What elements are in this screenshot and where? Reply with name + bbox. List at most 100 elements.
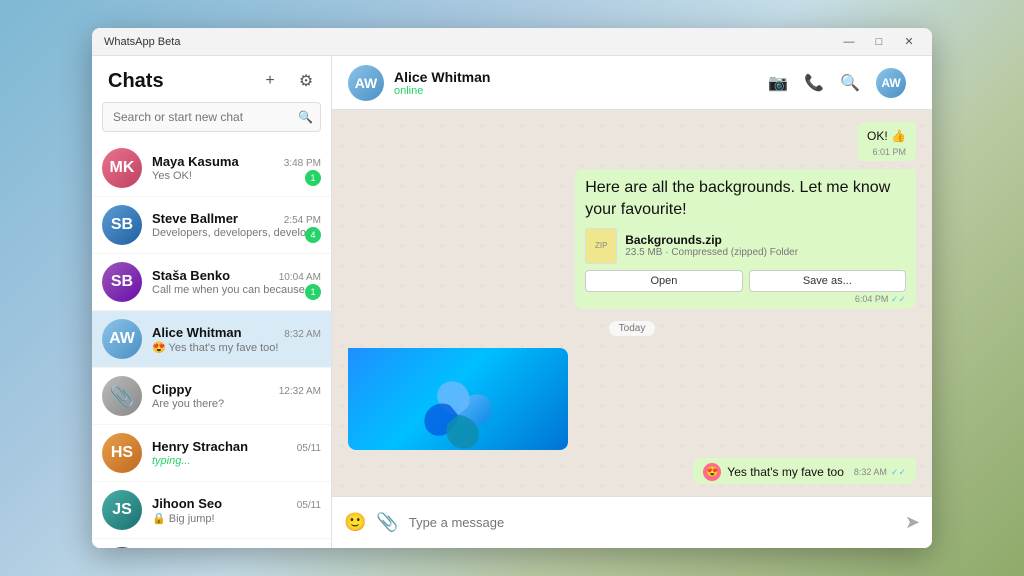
chat-time: 8:32 AM — [284, 329, 321, 340]
avatar: 📎 — [102, 376, 142, 416]
message-bubble: Here are all the backgrounds. Let me kno… — [575, 169, 916, 309]
list-item[interactable]: BBC Big Bakes Club 05/11 Rebecca: Yum! I… — [92, 539, 331, 548]
search-bar: 🔍 — [102, 102, 321, 132]
list-item[interactable]: HS Henry Strachan 05/11 typing... — [92, 425, 331, 482]
chat-top: Maya Kasuma 3:48 PM — [152, 154, 321, 169]
chat-preview: Call me when you can because... — [152, 284, 321, 296]
messages-list: OK! 👍 6:01 PM Here are all the backgroun… — [332, 110, 932, 496]
video-call-icon[interactable]: 📷 — [768, 73, 788, 93]
chat-info: Henry Strachan 05/11 typing... — [152, 439, 321, 467]
avatar: BBC — [102, 547, 142, 548]
file-actions: Open Save as... — [585, 270, 906, 292]
sidebar-header-icons: + ⚙ — [257, 68, 319, 94]
list-item[interactable]: JS Jihoon Seo 05/11 🔒 Big jump! — [92, 482, 331, 539]
chat-name: Jihoon Seo — [152, 496, 222, 511]
chat-input-bar: 🙂 📎 ➤ — [332, 496, 932, 548]
close-button[interactable]: ✕ — [894, 31, 924, 53]
message-text: OK! 👍 — [867, 128, 906, 145]
search-icon: 🔍 — [298, 110, 313, 124]
avatar: AW — [102, 319, 142, 359]
contact-avatar-header: AW — [876, 68, 906, 98]
chat-name: Steve Ballmer — [152, 211, 238, 226]
attach-file-icon[interactable]: 📎 — [376, 512, 398, 533]
chat-preview: Are you there? — [152, 398, 321, 410]
chat-info: Clippy 12:32 AM Are you there? — [152, 382, 321, 410]
chat-preview: typing... — [152, 455, 321, 467]
unread-badge: 1 — [305, 170, 321, 186]
chat-info: Alice Whitman 8:32 AM 😍 Yes that's my fa… — [152, 325, 321, 354]
unread-badge: 1 — [305, 284, 321, 300]
chat-header-actions: 📷 📞 🔍 AW — [768, 68, 916, 98]
title-bar: WhatsApp Beta — □ ✕ — [92, 28, 932, 56]
list-item[interactable]: 📎 Clippy 12:32 AM Are you there? — [92, 368, 331, 425]
send-button[interactable]: ➤ — [905, 512, 920, 533]
sidebar: Chats + ⚙ 🔍 MK Maya Kasuma 3:48 PM — [92, 56, 332, 548]
chat-top: Henry Strachan 05/11 — [152, 439, 321, 454]
chat-area: AW Alice Whitman online 📷 📞 🔍 AW OK! 👍 6 — [332, 56, 932, 548]
avatar: SB — [102, 262, 142, 302]
sidebar-header: Chats + ⚙ — [92, 56, 331, 102]
chat-top: Alice Whitman 8:32 AM — [152, 325, 321, 340]
app-title: WhatsApp Beta — [104, 36, 180, 48]
chat-header: AW Alice Whitman online 📷 📞 🔍 AW — [332, 56, 932, 110]
message-meta: 6:01 PM — [867, 147, 906, 157]
chat-preview: 😍 Yes that's my fave too! — [152, 341, 321, 354]
message-meta: 6:04 PM ✓✓ — [585, 294, 906, 305]
chat-info: Maya Kasuma 3:48 PM Yes OK! — [152, 154, 321, 182]
list-item[interactable]: AW Alice Whitman 8:32 AM 😍 Yes that's my… — [92, 311, 331, 368]
file-icon: ZIP — [585, 228, 617, 264]
avatar: HS — [102, 433, 142, 473]
avatar: MK — [102, 148, 142, 188]
search-input[interactable] — [102, 102, 321, 132]
message-input[interactable] — [409, 515, 895, 530]
message-bubble: 😍 Yes that's my fave too 8:32 AM ✓✓ — [693, 458, 916, 484]
chat-preview: 🔒 Big jump! — [152, 512, 321, 525]
message-text: Yes that's my fave too — [727, 464, 844, 481]
read-receipt-icon: ✓✓ — [891, 467, 906, 478]
chat-time: 10:04 AM — [279, 272, 321, 283]
message-bubble: This is beautiful! 8:15 AM — [348, 348, 568, 450]
chat-name: Maya Kasuma — [152, 154, 239, 169]
message-time: 8:32 AM — [854, 467, 887, 477]
chat-top: Clippy 12:32 AM — [152, 382, 321, 397]
list-item[interactable]: MK Maya Kasuma 3:48 PM Yes OK! 1 — [92, 140, 331, 197]
new-chat-button[interactable]: + — [257, 68, 283, 94]
maximize-button[interactable]: □ — [864, 31, 894, 53]
chat-time: 05/11 — [297, 500, 321, 511]
file-name: Backgrounds.zip — [625, 233, 798, 247]
chat-name: Henry Strachan — [152, 439, 248, 454]
list-item[interactable]: SB Staša Benko 10:04 AM Call me when you… — [92, 254, 331, 311]
main-content: Chats + ⚙ 🔍 MK Maya Kasuma 3:48 PM — [92, 56, 932, 548]
chat-info: Steve Ballmer 2:54 PM Developers, develo… — [152, 211, 321, 239]
windows-logo-icon — [418, 375, 498, 450]
voice-call-icon[interactable]: 📞 — [804, 73, 824, 93]
unread-badge: 4 — [305, 227, 321, 243]
file-info: ZIP Backgrounds.zip 23.5 MB · Compressed… — [585, 228, 906, 264]
emoji-picker-icon[interactable]: 🙂 — [344, 512, 366, 533]
chat-time: 3:48 PM — [284, 158, 321, 169]
chat-top: Steve Ballmer 2:54 PM — [152, 211, 321, 226]
settings-button[interactable]: ⚙ — [293, 68, 319, 94]
chat-contact-status: online — [394, 85, 768, 97]
chat-name: Alice Whitman — [152, 325, 242, 340]
chat-info: Jihoon Seo 05/11 🔒 Big jump! — [152, 496, 321, 525]
chat-name: Clippy — [152, 382, 192, 397]
chat-time: 12:32 AM — [279, 386, 321, 397]
chat-time: 2:54 PM — [284, 215, 321, 226]
open-file-button[interactable]: Open — [585, 270, 742, 292]
chat-preview: Developers, developers, develo... — [152, 227, 321, 239]
chat-search-icon[interactable]: 🔍 — [840, 73, 860, 93]
chat-info: Staša Benko 10:04 AM Call me when you ca… — [152, 268, 321, 296]
file-details: Backgrounds.zip 23.5 MB · Compressed (zi… — [625, 233, 798, 258]
chat-header-info: Alice Whitman online — [394, 69, 768, 97]
chat-list: MK Maya Kasuma 3:48 PM Yes OK! 1 SB — [92, 140, 331, 548]
chat-time: 05/11 — [297, 443, 321, 454]
save-as-button[interactable]: Save as... — [749, 270, 906, 292]
minimize-button[interactable]: — — [834, 31, 864, 53]
avatar: JS — [102, 490, 142, 530]
chat-header-avatar: AW — [348, 65, 384, 101]
avatar: SB — [102, 205, 142, 245]
chat-preview: Yes OK! — [152, 170, 321, 182]
reaction-emoji: 😍 — [703, 463, 721, 481]
list-item[interactable]: SB Steve Ballmer 2:54 PM Developers, dev… — [92, 197, 331, 254]
